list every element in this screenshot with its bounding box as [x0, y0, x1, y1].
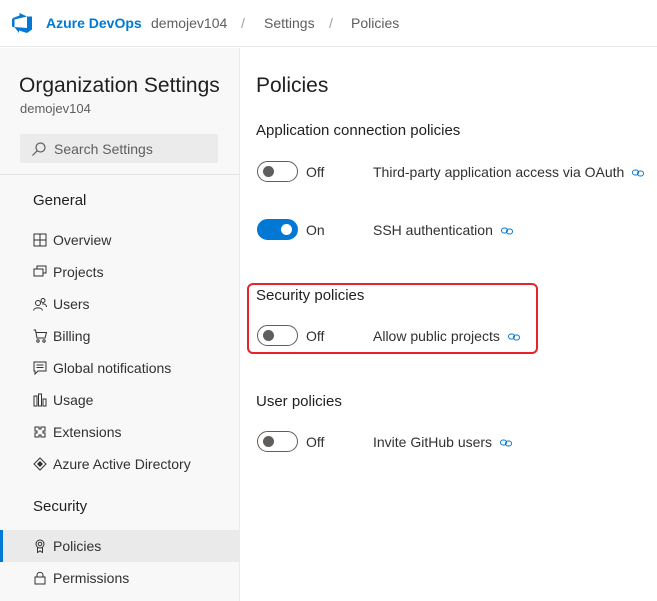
public-projects-toggle[interactable] — [257, 325, 298, 346]
toggle-state-label: Off — [306, 328, 325, 344]
sidebar-item-label: Projects — [53, 264, 104, 280]
policy-label-text: SSH authentication — [373, 222, 493, 238]
azure-devops-logo-icon[interactable] — [12, 13, 34, 33]
section-heading-security: Security — [33, 498, 88, 515]
toggle-state-label: Off — [306, 434, 325, 450]
policy-label-ssh: SSH authentication — [373, 222, 513, 238]
sidebar-item-usage[interactable]: Usage — [0, 384, 239, 416]
sidebar: Organization Settings demojev104 General… — [0, 48, 240, 601]
sidebar-item-label: Overview — [53, 232, 112, 248]
sidebar-item-users[interactable]: Users — [0, 288, 239, 320]
page-title: Policies — [256, 74, 329, 97]
projects-icon — [33, 265, 47, 277]
sidebar-item-projects[interactable]: Projects — [0, 256, 239, 288]
github-users-toggle[interactable] — [257, 431, 298, 452]
toggle-knob — [263, 166, 274, 177]
brand-link[interactable]: Azure DevOps — [46, 15, 142, 31]
breadcrumb-settings[interactable]: Settings — [264, 15, 315, 31]
sidebar-title: Organization Settings — [19, 74, 220, 97]
sidebar-item-extensions[interactable]: Extensions — [0, 416, 239, 448]
toggle-knob — [281, 224, 292, 235]
link-icon[interactable] — [507, 333, 520, 341]
sidebar-item-policies[interactable]: Policies — [0, 530, 239, 562]
sidebar-item-label: Policies — [53, 538, 102, 554]
aad-icon — [33, 457, 47, 471]
link-icon[interactable] — [632, 169, 645, 177]
policy-label-text: Third-party application access via OAuth — [373, 164, 625, 180]
cart-icon — [33, 329, 47, 343]
ssh-toggle[interactable] — [257, 219, 298, 240]
sidebar-item-label: Azure Active Directory — [53, 456, 191, 472]
link-icon[interactable] — [499, 439, 512, 447]
sidebar-org-name: demojev104 — [20, 101, 91, 116]
sidebar-item-label: Billing — [53, 328, 91, 344]
search-box[interactable] — [20, 134, 218, 163]
breadcrumb-policies[interactable]: Policies — [351, 15, 399, 31]
sidebar-item-label: Global notifications — [53, 360, 172, 376]
sidebar-item-azure-active-directory[interactable]: Azure Active Directory — [0, 448, 239, 480]
search-input[interactable] — [54, 134, 214, 163]
sidebar-item-overview[interactable]: Overview — [0, 224, 239, 256]
usage-icon — [33, 393, 47, 407]
lock-icon — [34, 571, 46, 585]
policy-label-text: Invite GitHub users — [373, 434, 493, 450]
sidebar-item-label: Permissions — [53, 570, 130, 586]
section-heading-user-policies: User policies — [256, 393, 342, 410]
sidebar-divider — [0, 174, 239, 175]
sidebar-item-global-notifications[interactable]: Global notifications — [0, 352, 239, 384]
breadcrumb-separator: / — [241, 15, 245, 31]
policies-icon — [35, 539, 45, 553]
sidebar-item-permissions[interactable]: Permissions — [0, 562, 239, 594]
notifications-icon — [33, 361, 47, 375]
toggle-knob — [263, 436, 274, 447]
sidebar-item-label: Usage — [53, 392, 94, 408]
toggle-knob — [263, 330, 274, 341]
sidebar-item-label: Extensions — [53, 424, 122, 440]
toggle-state-label: Off — [306, 164, 325, 180]
sidebar-item-billing[interactable]: Billing — [0, 320, 239, 352]
top-bar: Azure DevOps demojev104 / Settings / Pol… — [0, 0, 657, 47]
overview-icon — [33, 233, 47, 247]
oauth-toggle[interactable] — [257, 161, 298, 182]
breadcrumb-separator: / — [329, 15, 333, 31]
link-icon[interactable] — [500, 227, 513, 235]
extensions-icon — [34, 426, 46, 438]
policy-label-github-users: Invite GitHub users — [373, 434, 512, 450]
users-icon — [33, 298, 47, 311]
sidebar-item-label: Users — [53, 296, 90, 312]
toggle-state-label: On — [306, 222, 325, 238]
section-heading-general: General — [33, 192, 87, 209]
policy-label-oauth: Third-party application access via OAuth — [373, 164, 645, 180]
policy-label-text: Allow public projects — [373, 328, 500, 344]
section-heading-security-policies: Security policies — [256, 287, 365, 304]
policy-label-public-projects: Allow public projects — [373, 328, 520, 344]
section-heading-application-connection: Application connection policies — [256, 122, 461, 139]
breadcrumb-org[interactable]: demojev104 — [151, 15, 227, 31]
search-icon — [32, 142, 46, 156]
